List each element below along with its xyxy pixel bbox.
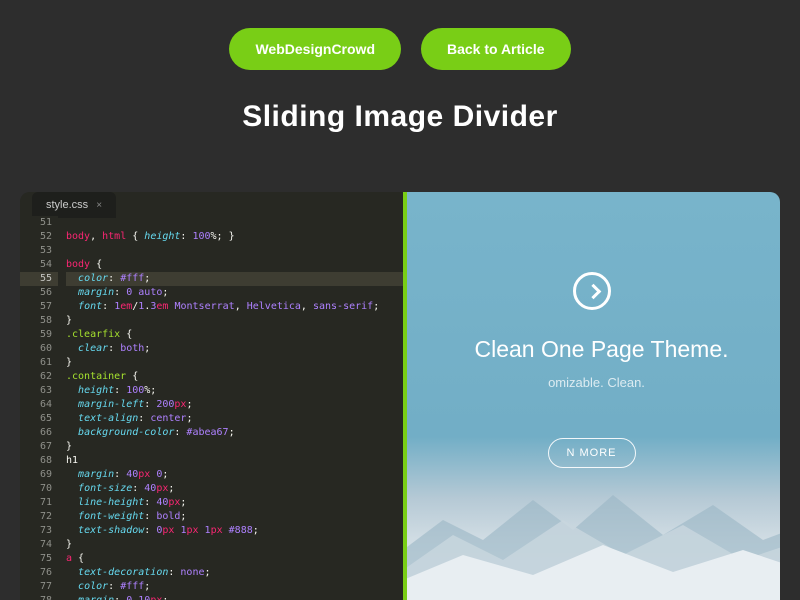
- code-area[interactable]: body, html { height: 100%; } body { colo…: [58, 216, 403, 600]
- tab-filename: style.css: [46, 199, 88, 211]
- line-number-gutter: 5152535455565758596061626364656667686970…: [20, 216, 58, 600]
- page-title: Sliding Image Divider: [0, 100, 800, 134]
- mountain-illustration: [403, 480, 780, 600]
- logo-icon: [573, 272, 611, 310]
- sliding-image-divider: style.css × 5152535455565758596061626364…: [20, 192, 780, 600]
- editor-tab[interactable]: style.css ×: [32, 192, 116, 218]
- theme-heading: Clean One Page Theme.: [403, 336, 780, 363]
- back-to-article-button[interactable]: Back to Article: [421, 28, 571, 70]
- code-editor-pane: style.css × 5152535455565758596061626364…: [20, 192, 403, 600]
- theme-subheading: omizable. Clean.: [403, 375, 780, 390]
- learn-more-button[interactable]: N MORE: [548, 438, 636, 468]
- tab-strip: style.css ×: [20, 192, 403, 216]
- theme-preview-pane: Clean One Page Theme. omizable. Clean. N…: [403, 192, 780, 600]
- slider-handle[interactable]: [403, 192, 407, 600]
- webdesigncrowd-button[interactable]: WebDesignCrowd: [229, 28, 401, 70]
- top-buttons: WebDesignCrowd Back to Article: [0, 0, 800, 70]
- close-icon[interactable]: ×: [96, 200, 102, 211]
